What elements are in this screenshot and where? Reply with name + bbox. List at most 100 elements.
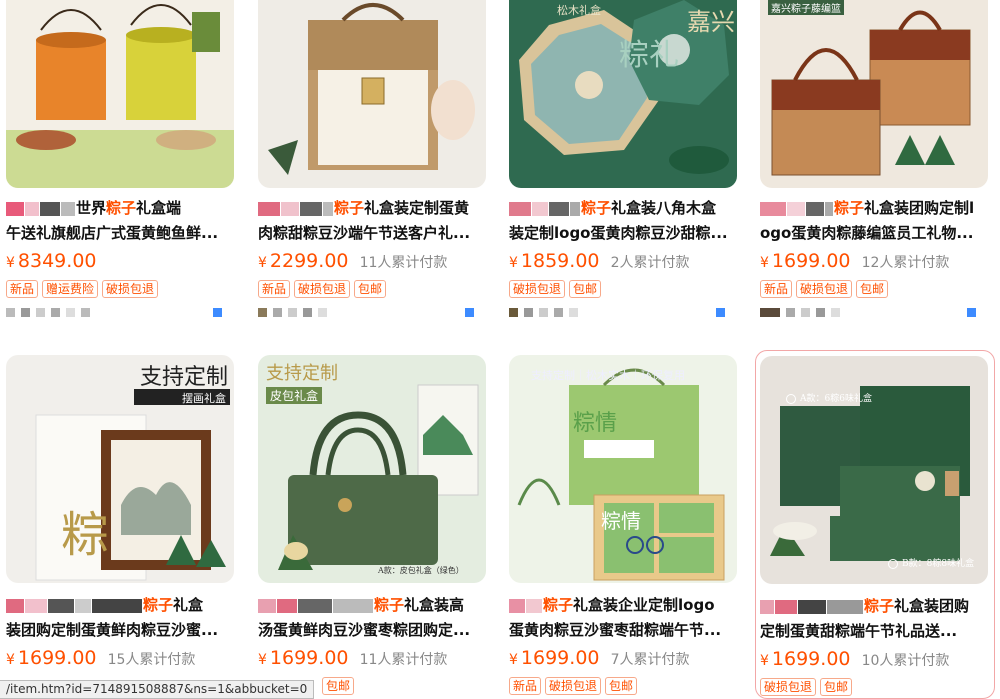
shop-info-row[interactable] — [258, 308, 486, 318]
product-card[interactable]: 世界粽子礼盒端 午送礼旗舰店广式蛋黄鲍鱼鲜... ¥8349.00 新品 赠运费险… — [6, 0, 234, 318]
product-card[interactable]: 嘉兴粽子藤编篮 粽子礼盒装团购定制l ogo蛋黄肉粽藤编篮员工礼物... ¥16… — [760, 0, 988, 318]
shop-info-row[interactable] — [760, 308, 988, 318]
sales-count: 12人累计付款 — [861, 255, 950, 271]
blurred-shop-name — [6, 598, 24, 613]
blurred-shop-name — [48, 598, 74, 613]
product-card[interactable]: 支持定制｜松木实木｜环保复用 粽情 粽情 粽子礼盒装企业定制logo 蛋黄肉粽豆… — [509, 355, 737, 695]
title-text: 礼盒端 — [136, 199, 182, 217]
blurred-shop-name — [825, 201, 833, 216]
title-text: 礼盒装高 — [404, 596, 465, 614]
price: ¥1699.00 — [760, 648, 851, 670]
blurred-shop-name — [25, 598, 47, 613]
title-keyword: 粽子 — [543, 596, 574, 614]
blurred-shop-name — [798, 599, 826, 614]
blurred-shop-name — [258, 598, 276, 613]
image-overlay-text: 摆画礼盒 — [182, 392, 226, 405]
blurred-shop-name — [509, 201, 531, 216]
shop-badge-icon — [213, 308, 222, 317]
price: ¥1699.00 — [258, 647, 349, 669]
tag-badge: 赠运费险 — [42, 280, 99, 298]
tag-list: 包邮 — [322, 675, 486, 695]
tag-list: 破损包退 包邮 — [509, 278, 737, 298]
product-card[interactable]: 粽子礼盒装定制蛋黄 肉粽甜粽豆沙端午节送客户礼... ¥2299.00 11人累… — [258, 0, 486, 318]
blurred-shop-name — [333, 598, 373, 613]
product-title[interactable]: 粽子礼盒装团购 — [760, 594, 994, 619]
product-image[interactable]: 支持定制 皮包礼盒 A款：皮包礼盒（绿色） — [258, 355, 486, 583]
product-image[interactable]: 嘉兴粽子藤编篮 — [760, 0, 988, 188]
product-title[interactable]: 粽子礼盒装企业定制logo — [509, 593, 737, 618]
product-card-hovered[interactable]: A款：6粽6味礼盒 B款：8粽8味礼盒 粽子礼盒装团购 定制蛋黄甜粽端午节礼品送… — [755, 350, 995, 699]
blurred-shop-name — [6, 201, 24, 216]
tag-badge: 新品 — [760, 280, 793, 298]
tag-badge: 新品 — [258, 280, 291, 298]
tag-list: 新品 破损包退 包邮 — [760, 278, 988, 298]
sales-count: 7人累计付款 — [610, 652, 690, 668]
tag-badge: 破损包退 — [102, 280, 159, 298]
blurred-shop-name — [549, 201, 569, 216]
price: ¥8349.00 — [6, 250, 97, 272]
product-title-line2[interactable]: 汤蛋黄鲜肉豆沙蜜枣粽团购定... — [258, 618, 486, 643]
tag-badge: 新品 — [509, 677, 542, 695]
blurred-shop-name — [258, 201, 280, 216]
product-image[interactable]: 支持定制 摆画礼盒 粽 — [6, 355, 234, 583]
product-title-line2[interactable]: 蛋黄肉粽豆沙蜜枣甜粽端午节... — [509, 618, 737, 643]
tag-list: 新品 破损包退 包邮 — [509, 675, 737, 695]
product-title[interactable]: 粽子礼盒 — [6, 593, 234, 618]
product-title[interactable]: 世界粽子礼盒端 — [6, 196, 234, 221]
product-image[interactable]: 松木礼盒 嘉兴 粽礼 — [509, 0, 737, 188]
product-image[interactable] — [258, 0, 486, 188]
image-overlay-text: 支持定制｜松木实木｜环保复用 — [531, 369, 685, 382]
product-title-line2[interactable]: 装团购定制蛋黄鲜肉粽豆沙蜜... — [6, 618, 234, 643]
image-overlay-text: 嘉兴粽子藤编篮 — [768, 0, 844, 15]
radio-option-a — [786, 394, 796, 404]
blurred-shop-name — [775, 599, 797, 614]
product-title-line2[interactable]: 午送礼旗舰店广式蛋黄鲍鱼鲜... — [6, 221, 234, 246]
blurred-shop-name — [760, 599, 774, 614]
title-keyword: 粽子 — [334, 199, 365, 217]
shop-badge-icon — [967, 308, 976, 317]
blurred-shop-name — [25, 201, 39, 216]
shop-info-row[interactable] — [509, 308, 737, 318]
product-card[interactable]: 支持定制 摆画礼盒 粽 粽子礼盒 装团购定制蛋黄鲜肉粽豆沙蜜... ¥1699.… — [6, 355, 234, 669]
image-overlay-text: A款：皮包礼盒（绿色） — [378, 566, 464, 575]
tag-badge: 新品 — [6, 280, 39, 298]
price: ¥1699.00 — [6, 647, 97, 669]
title-text: 世界 — [76, 199, 107, 217]
tag-badge: 包邮 — [605, 677, 638, 695]
image-overlay-text: A款：6粽6味礼盒 — [800, 394, 872, 404]
price: ¥1699.00 — [509, 647, 600, 669]
product-card[interactable]: 松木礼盒 嘉兴 粽礼 粽子礼盒装八角木盒 装定制logo蛋黄肉粽豆沙甜粽... … — [509, 0, 737, 318]
product-title[interactable]: 粽子礼盒装定制蛋黄 — [258, 196, 486, 221]
sales-count: 2人累计付款 — [610, 255, 690, 271]
image-overlay-text: 粽礼 — [619, 38, 679, 73]
price: ¥1699.00 — [760, 250, 851, 272]
blurred-shop-name — [300, 201, 322, 216]
tag-list: 新品 赠运费险 破损包退 — [6, 278, 234, 298]
product-image[interactable] — [6, 0, 234, 188]
blurred-shop-name — [92, 598, 142, 613]
title-text: 礼盒装定制蛋黄 — [364, 199, 470, 217]
product-title-line2[interactable]: 定制蛋黄甜粽端午节礼品送... — [760, 619, 994, 644]
image-overlay-text: 皮包礼盒 — [266, 387, 323, 404]
product-image[interactable]: 支持定制｜松木实木｜环保复用 粽情 粽情 — [509, 355, 737, 583]
product-title-line2[interactable]: 肉粽甜粽豆沙端午节送客户礼... — [258, 221, 486, 246]
product-card[interactable]: 支持定制 皮包礼盒 A款：皮包礼盒（绿色） 粽子礼盒装高 汤蛋黄鲜肉豆沙蜜枣粽团… — [258, 355, 486, 695]
blurred-shop-name — [298, 598, 332, 613]
tag-badge: 包邮 — [354, 280, 387, 298]
product-title-line2[interactable]: ogo蛋黄肉粽藤编篮员工礼物... — [760, 221, 988, 246]
tag-badge: 破损包退 — [760, 678, 817, 696]
product-title[interactable]: 粽子礼盒装八角木盒 — [509, 196, 737, 221]
product-title[interactable]: 粽子礼盒装高 — [258, 593, 486, 618]
tag-list: 新品 破损包退 包邮 — [258, 278, 486, 298]
tag-list: 破损包退 包邮 — [760, 676, 994, 696]
tag-badge: 破损包退 — [294, 280, 351, 298]
shop-info-row[interactable] — [6, 308, 234, 318]
price: ¥1859.00 — [509, 250, 600, 272]
product-title-line2[interactable]: 装定制logo蛋黄肉粽豆沙甜粽... — [509, 221, 737, 246]
product-image[interactable]: A款：6粽6味礼盒 B款：8粽8味礼盒 — [760, 356, 988, 584]
title-text: 礼盒装企业定制logo — [573, 596, 715, 614]
blurred-shop-name — [281, 201, 299, 216]
title-text: 礼盒装团购定制l — [864, 199, 975, 217]
product-title[interactable]: 粽子礼盒装团购定制l — [760, 196, 988, 221]
blurred-shop-name — [526, 598, 542, 613]
